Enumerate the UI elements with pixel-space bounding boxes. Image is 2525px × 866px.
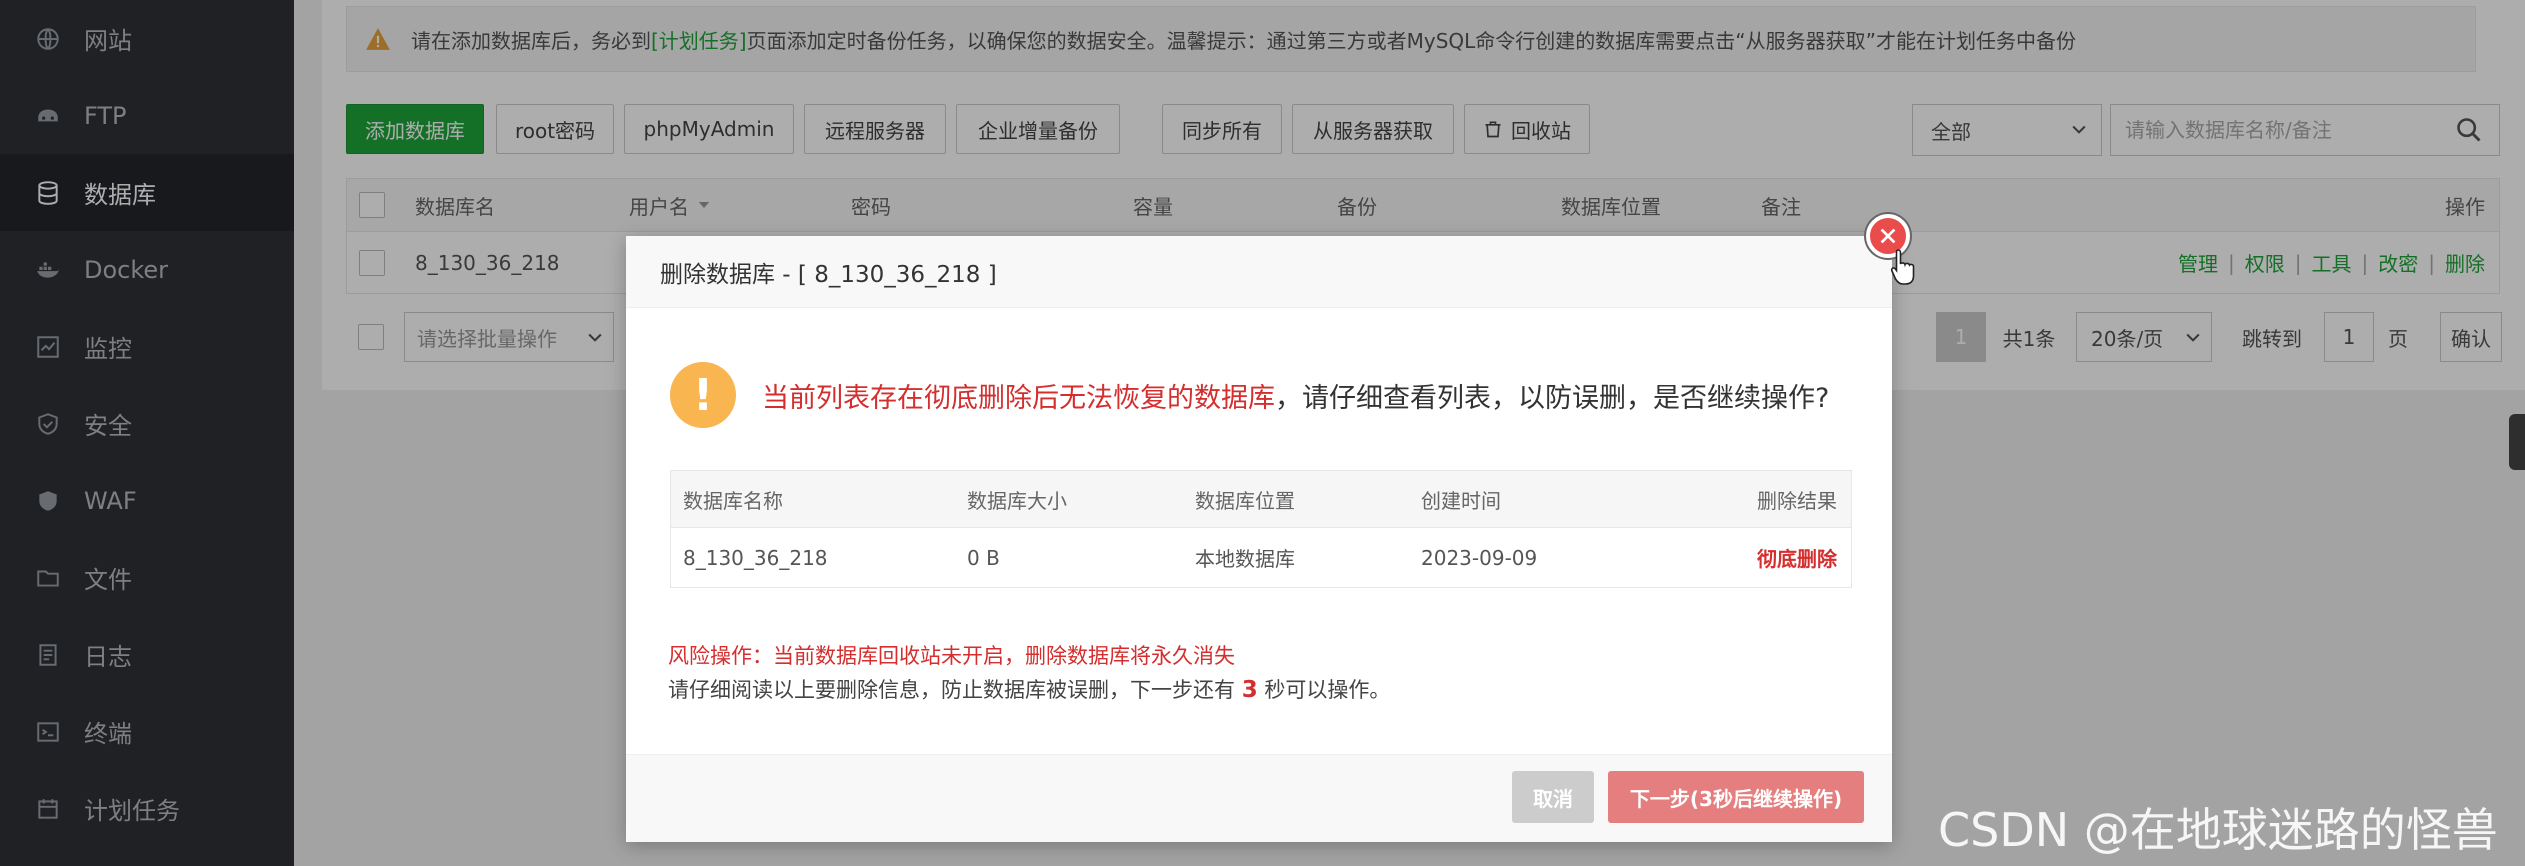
note-after: 秒可以操作。 bbox=[1264, 678, 1391, 702]
row-db-location: 本地数据库 bbox=[1195, 547, 1295, 571]
col-db-size: 数据库大小 bbox=[967, 488, 1067, 513]
dialog-title: 删除数据库 - [ 8_130_36_218 ] bbox=[626, 236, 1892, 308]
alert-red-text: 当前列表存在彻底删除后无法恢复的数据库 bbox=[762, 383, 1275, 414]
col-created: 创建时间 bbox=[1421, 488, 1501, 513]
row-db-size: 0 B bbox=[967, 545, 1000, 570]
cancel-button[interactable]: 取消 bbox=[1512, 771, 1594, 823]
dialog-footer: 取消 下一步(3秒后继续操作) bbox=[626, 754, 1892, 842]
next-step-button[interactable]: 下一步(3秒后继续操作) bbox=[1608, 771, 1864, 823]
countdown-value: 3 bbox=[1241, 677, 1258, 703]
alert-rest-text: ，请仔细查看列表，以防误删，是否继续操作? bbox=[1275, 383, 1830, 414]
col-delete-result: 删除结果 bbox=[1757, 488, 1837, 513]
warning-icon: ! bbox=[670, 362, 736, 428]
note-before: 请仔细阅读以上要删除信息，防止数据库被误删，下一步还有 bbox=[668, 678, 1235, 702]
table-row: 8_130_36_218 0 B 本地数据库 2023-09-09 彻底删除 bbox=[670, 528, 1852, 588]
col-db-name: 数据库名称 bbox=[683, 488, 783, 513]
delete-list-table: 数据库名称 数据库大小 数据库位置 创建时间 删除结果 8_130_36_218… bbox=[670, 470, 1852, 588]
close-icon bbox=[1880, 228, 1896, 244]
col-db-location: 数据库位置 bbox=[1195, 488, 1295, 513]
watermark: CSDN @在地球迷路的怪兽 bbox=[1938, 803, 2498, 857]
delete-table-header: 数据库名称 数据库大小 数据库位置 创建时间 删除结果 bbox=[670, 470, 1852, 528]
risk-warning: 风险操作：当前数据库回收站未开启，删除数据库将永久消失 bbox=[668, 644, 1235, 668]
delete-database-dialog: 删除数据库 - [ 8_130_36_218 ] ! 当前列表存在彻底删除后无法… bbox=[626, 214, 1915, 842]
row-delete-result: 彻底删除 bbox=[1757, 547, 1837, 571]
hand-cursor-icon bbox=[1890, 249, 1915, 285]
row-created: 2023-09-09 bbox=[1421, 545, 1538, 570]
row-db-name: 8_130_36_218 bbox=[683, 545, 828, 570]
alert-message: 当前列表存在彻底删除后无法恢复的数据库，请仔细查看列表，以防误删，是否继续操作? bbox=[762, 376, 1829, 415]
countdown-note: 请仔细阅读以上要删除信息，防止数据库被误删，下一步还有 3 秒可以操作。 bbox=[668, 674, 1390, 704]
